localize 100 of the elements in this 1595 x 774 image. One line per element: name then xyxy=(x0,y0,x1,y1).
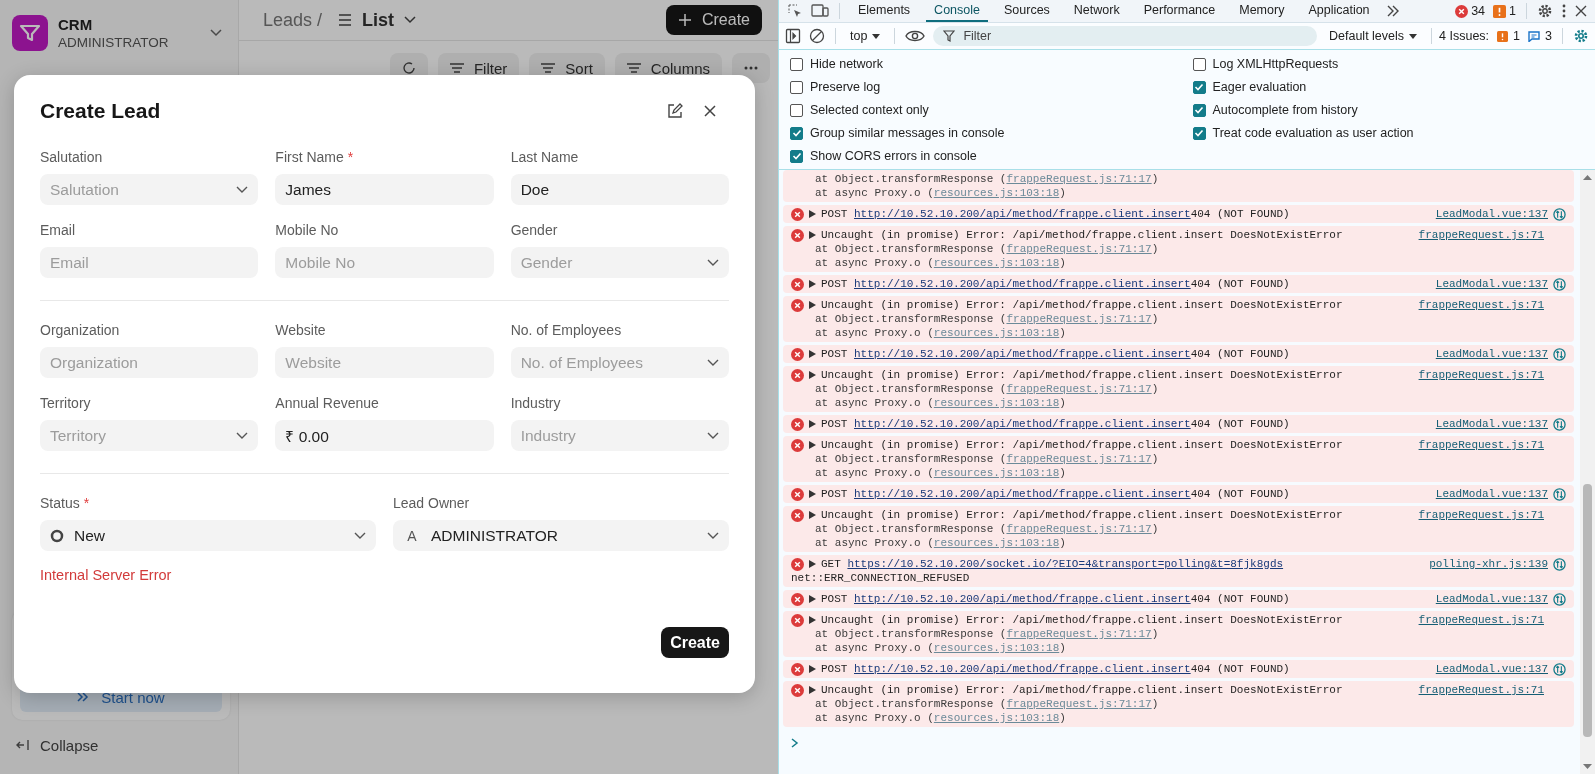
checkbox[interactable] xyxy=(790,80,803,94)
inspect-icon[interactable] xyxy=(787,3,803,19)
create-button[interactable]: Create xyxy=(661,627,729,658)
source-link[interactable]: LeadModal.vue:137 xyxy=(1435,592,1548,606)
input-field[interactable]: Website xyxy=(275,347,494,378)
close-icon[interactable] xyxy=(703,104,717,118)
checkbox[interactable] xyxy=(1192,103,1206,117)
network-request-icon[interactable] xyxy=(1553,487,1566,501)
eye-icon[interactable] xyxy=(905,29,926,43)
network-request-icon[interactable] xyxy=(1553,592,1566,606)
close-icon[interactable] xyxy=(1575,5,1587,17)
stack-link[interactable]: frappeRequest.js:71:17 xyxy=(1006,243,1152,255)
collapse-button[interactable]: Collapse xyxy=(12,734,230,756)
network-request-icon[interactable] xyxy=(1553,417,1566,431)
network-request-icon[interactable] xyxy=(1553,662,1566,676)
input-field[interactable]: James xyxy=(275,174,494,205)
stack-link[interactable]: frappeRequest.js:71:17 xyxy=(1006,383,1152,395)
edit-icon[interactable] xyxy=(667,103,683,119)
input-field[interactable]: Mobile No xyxy=(275,247,494,278)
network-request-icon[interactable] xyxy=(1553,277,1566,291)
sidebar-toggle-icon[interactable] xyxy=(785,28,801,44)
settings-icon[interactable] xyxy=(1573,28,1589,44)
context-dropdown[interactable]: top xyxy=(846,29,885,43)
stack-link[interactable]: frappeRequest.js:71:17 xyxy=(1006,173,1152,185)
expand-icon[interactable] xyxy=(809,560,816,568)
url-link[interactable]: http://10.52.10.200/api/method/frappe.client.insert xyxy=(854,208,1191,220)
checkbox[interactable] xyxy=(790,103,803,117)
expand-icon[interactable] xyxy=(809,441,816,449)
network-request-icon[interactable] xyxy=(1553,207,1566,221)
device-icon[interactable] xyxy=(811,3,829,19)
breadcrumb-link[interactable]: Leads / xyxy=(263,9,323,31)
error-count[interactable]: 34 xyxy=(1471,4,1486,18)
devtools-tab[interactable]: Elements xyxy=(850,0,919,22)
expand-icon[interactable] xyxy=(809,371,816,379)
url-link[interactable]: http://10.52.10.200/api/method/frappe.client.insert xyxy=(854,418,1191,430)
log-levels-dropdown[interactable]: Default levels xyxy=(1325,29,1422,43)
stack-link[interactable]: frappeRequest.js:71:17 xyxy=(1006,523,1152,535)
expand-icon[interactable] xyxy=(809,280,816,288)
settings-icon[interactable] xyxy=(1537,3,1553,19)
expand-icon[interactable] xyxy=(809,420,816,428)
stack-link[interactable]: resources.js:103:18 xyxy=(933,537,1060,549)
stack-link[interactable]: resources.js:103:18 xyxy=(933,397,1060,409)
url-link[interactable]: http://10.52.10.200/api/method/frappe.client.insert xyxy=(854,348,1191,360)
source-link[interactable]: frappeRequest.js:71 xyxy=(1418,368,1544,382)
source-link[interactable]: LeadModal.vue:137 xyxy=(1435,347,1548,361)
source-link[interactable]: LeadModal.vue:137 xyxy=(1435,277,1548,291)
source-link[interactable]: frappeRequest.js:71 xyxy=(1418,298,1544,312)
expand-icon[interactable] xyxy=(809,210,816,218)
source-link[interactable]: frappeRequest.js:71 xyxy=(1418,683,1544,697)
stack-link[interactable]: resources.js:103:18 xyxy=(933,257,1060,269)
input-field[interactable]: Organization xyxy=(40,347,259,378)
create-button[interactable]: Create xyxy=(665,5,762,35)
input-field[interactable]: Email xyxy=(40,247,259,278)
url-link[interactable]: http://10.52.10.200/api/method/frappe.client.insert xyxy=(854,278,1191,290)
stack-link[interactable]: resources.js:103:18 xyxy=(933,467,1060,479)
devtools-tab[interactable]: Performance xyxy=(1135,0,1224,22)
source-link[interactable]: frappeRequest.js:71 xyxy=(1418,613,1544,627)
checkbox[interactable] xyxy=(790,149,803,163)
issue-warning-count[interactable]: 1 xyxy=(1513,29,1521,43)
input-field[interactable]: ₹ 0.00 xyxy=(275,420,494,451)
checkbox[interactable] xyxy=(1192,57,1206,71)
checkbox[interactable] xyxy=(790,126,803,140)
status-select[interactable]: New xyxy=(40,520,376,551)
url-link[interactable]: https://10.52.10.200/socket.io/?EIO=4&transport=polling&t=8fjk8gds xyxy=(847,558,1284,570)
expand-icon[interactable] xyxy=(809,490,816,498)
owner-select[interactable]: A ADMINISTRATOR xyxy=(393,520,729,551)
network-request-icon[interactable] xyxy=(1553,347,1566,361)
expand-icon[interactable] xyxy=(809,231,816,239)
source-link[interactable]: LeadModal.vue:137 xyxy=(1435,417,1548,431)
chevron-down-icon[interactable] xyxy=(210,29,222,37)
checkbox[interactable] xyxy=(1192,80,1206,94)
input-field[interactable]: Doe xyxy=(510,174,729,205)
source-link[interactable]: LeadModal.vue:137 xyxy=(1435,207,1548,221)
expand-icon[interactable] xyxy=(809,616,816,624)
stack-link[interactable]: resources.js:103:18 xyxy=(933,642,1060,654)
url-link[interactable]: http://10.52.10.200/api/method/frappe.client.insert xyxy=(854,593,1191,605)
stack-link[interactable]: resources.js:103:18 xyxy=(933,187,1060,199)
source-link[interactable]: LeadModal.vue:137 xyxy=(1435,662,1548,676)
view-switcher[interactable]: List xyxy=(332,8,423,32)
expand-icon[interactable] xyxy=(809,665,816,673)
url-link[interactable]: http://10.52.10.200/api/method/frappe.client.insert xyxy=(854,663,1191,675)
expand-icon[interactable] xyxy=(809,595,816,603)
expand-icon[interactable] xyxy=(809,301,816,309)
expand-icon[interactable] xyxy=(809,511,816,519)
checkbox[interactable] xyxy=(790,57,803,71)
stack-link[interactable]: resources.js:103:18 xyxy=(933,327,1060,339)
stack-link[interactable]: frappeRequest.js:71:17 xyxy=(1006,313,1152,325)
devtools-tab[interactable]: Network xyxy=(1065,0,1128,22)
expand-icon[interactable] xyxy=(809,686,816,694)
network-request-icon[interactable] xyxy=(1553,557,1566,571)
stack-link[interactable]: frappeRequest.js:71:17 xyxy=(1006,698,1152,710)
source-link[interactable]: frappeRequest.js:71 xyxy=(1418,438,1544,452)
warning-count[interactable]: 1 xyxy=(1509,4,1516,18)
filter-field[interactable]: Filter xyxy=(933,26,1317,46)
url-link[interactable]: http://10.52.10.200/api/method/frappe.client.insert xyxy=(854,488,1191,500)
prompt-icon[interactable] xyxy=(791,738,799,748)
source-link[interactable]: polling-xhr.js:139 xyxy=(1429,557,1548,571)
checkbox[interactable] xyxy=(1192,126,1206,140)
devtools-tab[interactable]: Memory xyxy=(1231,0,1293,22)
expand-icon[interactable] xyxy=(809,350,816,358)
